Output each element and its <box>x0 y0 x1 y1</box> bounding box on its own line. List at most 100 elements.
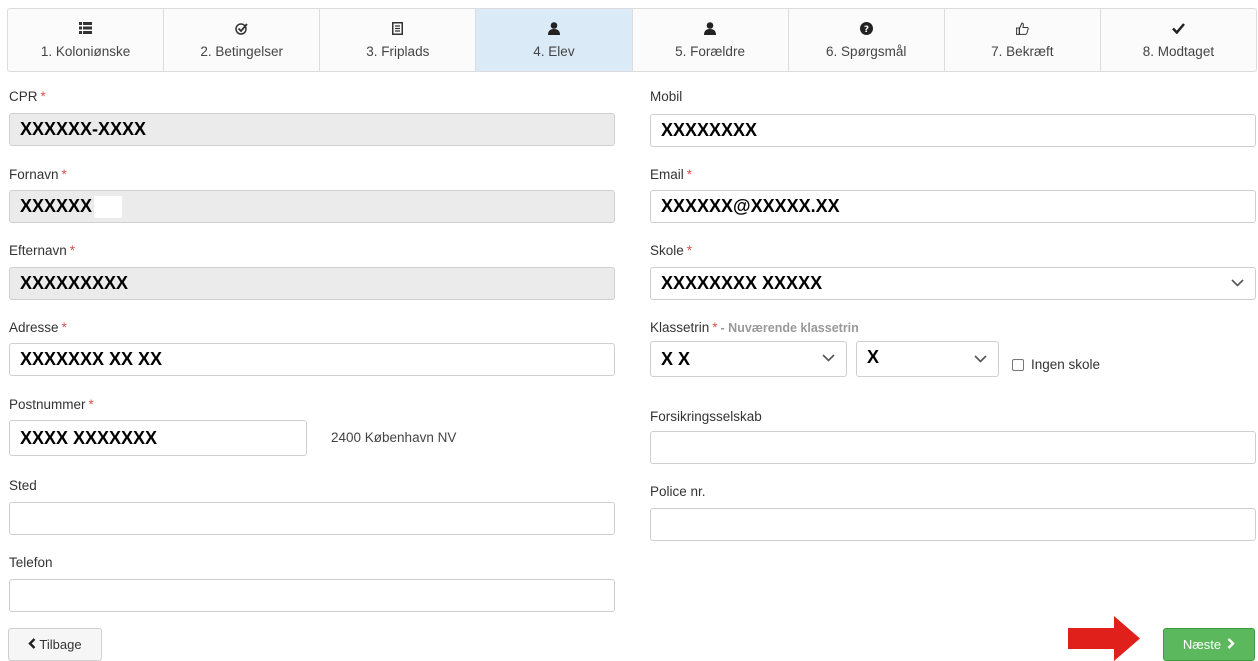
step-label: 1. Koloniønske <box>40 44 131 59</box>
efternavn-label-text: Efternavn <box>9 243 67 258</box>
adresse-field[interactable]: XXXXXXX XX XX <box>9 343 615 376</box>
chevron-down-icon <box>822 354 836 364</box>
klassetrin-letter-select[interactable]: X <box>856 341 999 377</box>
svg-text:?: ? <box>864 25 869 35</box>
klassetrin-letter-value: X <box>867 347 880 367</box>
chevron-down-icon <box>974 355 988 365</box>
mobil-label: Mobil <box>650 89 682 104</box>
back-button[interactable]: Tilbage <box>8 628 102 661</box>
required-marker: * <box>61 320 67 335</box>
chevron-left-icon <box>28 637 36 652</box>
user-icon <box>547 21 560 35</box>
cpr-label-text: CPR <box>9 89 38 104</box>
no-school-checkbox[interactable] <box>1012 358 1024 371</box>
telefon-label: Telefon <box>9 555 53 570</box>
red-arrow-annotation <box>1068 616 1140 661</box>
forsikring-field[interactable] <box>650 431 1256 464</box>
step-modtaget[interactable]: 8. Modtaget <box>1101 9 1256 71</box>
fornavn-label-text: Fornavn <box>9 167 59 182</box>
adresse-value: XXXXXXX XX XX <box>20 349 163 369</box>
efternavn-field[interactable]: XXXXXXXXX <box>9 267 615 300</box>
back-button-label: Tilbage <box>39 637 82 652</box>
city-text: 2400 København NV <box>331 430 457 445</box>
klassetrin-label-text: Klassetrin <box>650 320 710 335</box>
step-label: 5. Forældre <box>675 44 745 59</box>
forsikring-label: Forsikringsselskab <box>650 409 762 424</box>
efternavn-label: Efternavn * <box>9 243 75 258</box>
redaction-block <box>94 195 123 218</box>
required-marker: * <box>686 243 693 258</box>
email-label-text: Email <box>650 167 684 182</box>
mobil-label-text: Mobil <box>650 89 683 104</box>
email-value: XXXXXX@XXXXX.XX <box>661 196 840 216</box>
list-icon <box>79 21 93 35</box>
skole-label-text: Skole <box>650 243 684 258</box>
question-circle-icon: ? <box>859 21 873 35</box>
efternavn-value: XXXXXXXXX <box>20 273 129 293</box>
step-label: 8. Modtaget <box>1142 44 1215 59</box>
police-label: Police nr. <box>650 484 706 499</box>
document-icon <box>392 21 404 35</box>
wizard-steps: 1. Koloniønske 2. Betingelser 3. Friplad… <box>7 8 1257 72</box>
email-label: Email * <box>650 167 692 182</box>
required-marker: * <box>61 167 67 182</box>
postnummer-label: Postnummer * <box>9 397 94 412</box>
step-spoergsmaal[interactable]: ? 6. Spørgsmål <box>789 9 945 71</box>
next-button[interactable]: Næste <box>1163 628 1255 661</box>
police-field[interactable] <box>650 508 1256 541</box>
fornavn-value: XXXXXX <box>20 196 93 216</box>
telefon-label-text: Telefon <box>9 555 53 570</box>
mobil-value: XXXXXXXX <box>661 120 758 140</box>
check-circle-icon <box>235 21 248 35</box>
mobil-field[interactable]: XXXXXXXX <box>650 114 1256 147</box>
step-koloniønske[interactable]: 1. Koloniønske <box>8 9 165 71</box>
step-bekraeft[interactable]: 7. Bekræft <box>945 9 1101 71</box>
step-label: 6. Spørgsmål <box>826 44 907 59</box>
chevron-down-icon <box>1231 278 1245 289</box>
step-label: 3. Friplads <box>366 44 430 59</box>
required-marker: * <box>686 167 693 182</box>
chevron-right-icon <box>1227 637 1235 652</box>
required-marker: * <box>69 243 76 258</box>
required-marker: * <box>712 320 718 335</box>
klassetrin-label: Klassetrin * - Nuværende klassetrin <box>650 320 859 335</box>
skole-label: Skole * <box>650 243 692 258</box>
police-label-text: Police nr. <box>650 484 706 499</box>
step-foraeldre[interactable]: 5. Forældre <box>633 9 789 71</box>
required-marker: * <box>40 89 46 104</box>
adresse-label-text: Adresse <box>9 320 59 335</box>
step-elev[interactable]: 4. Elev <box>476 9 633 71</box>
fornavn-field[interactable]: XXXXXX <box>9 190 615 223</box>
klassetrin-hint: - Nuværende klassetrin <box>720 321 859 335</box>
step-betingelser[interactable]: 2. Betingelser <box>164 9 321 71</box>
postnummer-label-text: Postnummer <box>9 397 86 412</box>
step-label: 4. Elev <box>533 44 575 59</box>
required-marker: * <box>88 397 94 412</box>
fornavn-label: Fornavn * <box>9 167 67 182</box>
step-label: 7. Bekræft <box>991 44 1054 59</box>
cpr-label: CPR * <box>9 89 46 104</box>
thumbs-up-icon <box>1015 21 1029 35</box>
sted-label: Sted <box>9 478 37 493</box>
postnummer-field[interactable]: XXXX XXXXXXX <box>9 420 307 456</box>
telefon-field[interactable] <box>9 579 615 612</box>
skole-value: XXXXXXXX XXXXX <box>661 273 823 293</box>
klassetrin-value: X X <box>661 348 691 369</box>
adresse-label: Adresse * <box>9 320 67 335</box>
email-field[interactable]: XXXXXX@XXXXX.XX <box>650 190 1256 223</box>
sted-field[interactable] <box>9 502 615 535</box>
next-button-label: Næste <box>1182 637 1222 652</box>
checkmark-icon <box>1172 21 1185 35</box>
step-label: 2. Betingelser <box>200 44 283 59</box>
no-school-option[interactable]: Ingen skole <box>1012 357 1100 372</box>
skole-select[interactable]: XXXXXXXX XXXXX <box>650 267 1256 300</box>
user-icon <box>704 21 717 35</box>
cpr-value: XXXXXX-XXXX <box>20 119 147 139</box>
sted-label-text: Sted <box>9 478 37 493</box>
cpr-field[interactable]: XXXXXX-XXXX <box>9 113 615 146</box>
postnummer-value: XXXX XXXXXXX <box>20 427 158 448</box>
step-friplads[interactable]: 3. Friplads <box>320 9 477 71</box>
klassetrin-select[interactable]: X X <box>650 341 847 377</box>
forsikring-label-text: Forsikringsselskab <box>650 409 762 424</box>
no-school-label: Ingen skole <box>1031 357 1101 372</box>
